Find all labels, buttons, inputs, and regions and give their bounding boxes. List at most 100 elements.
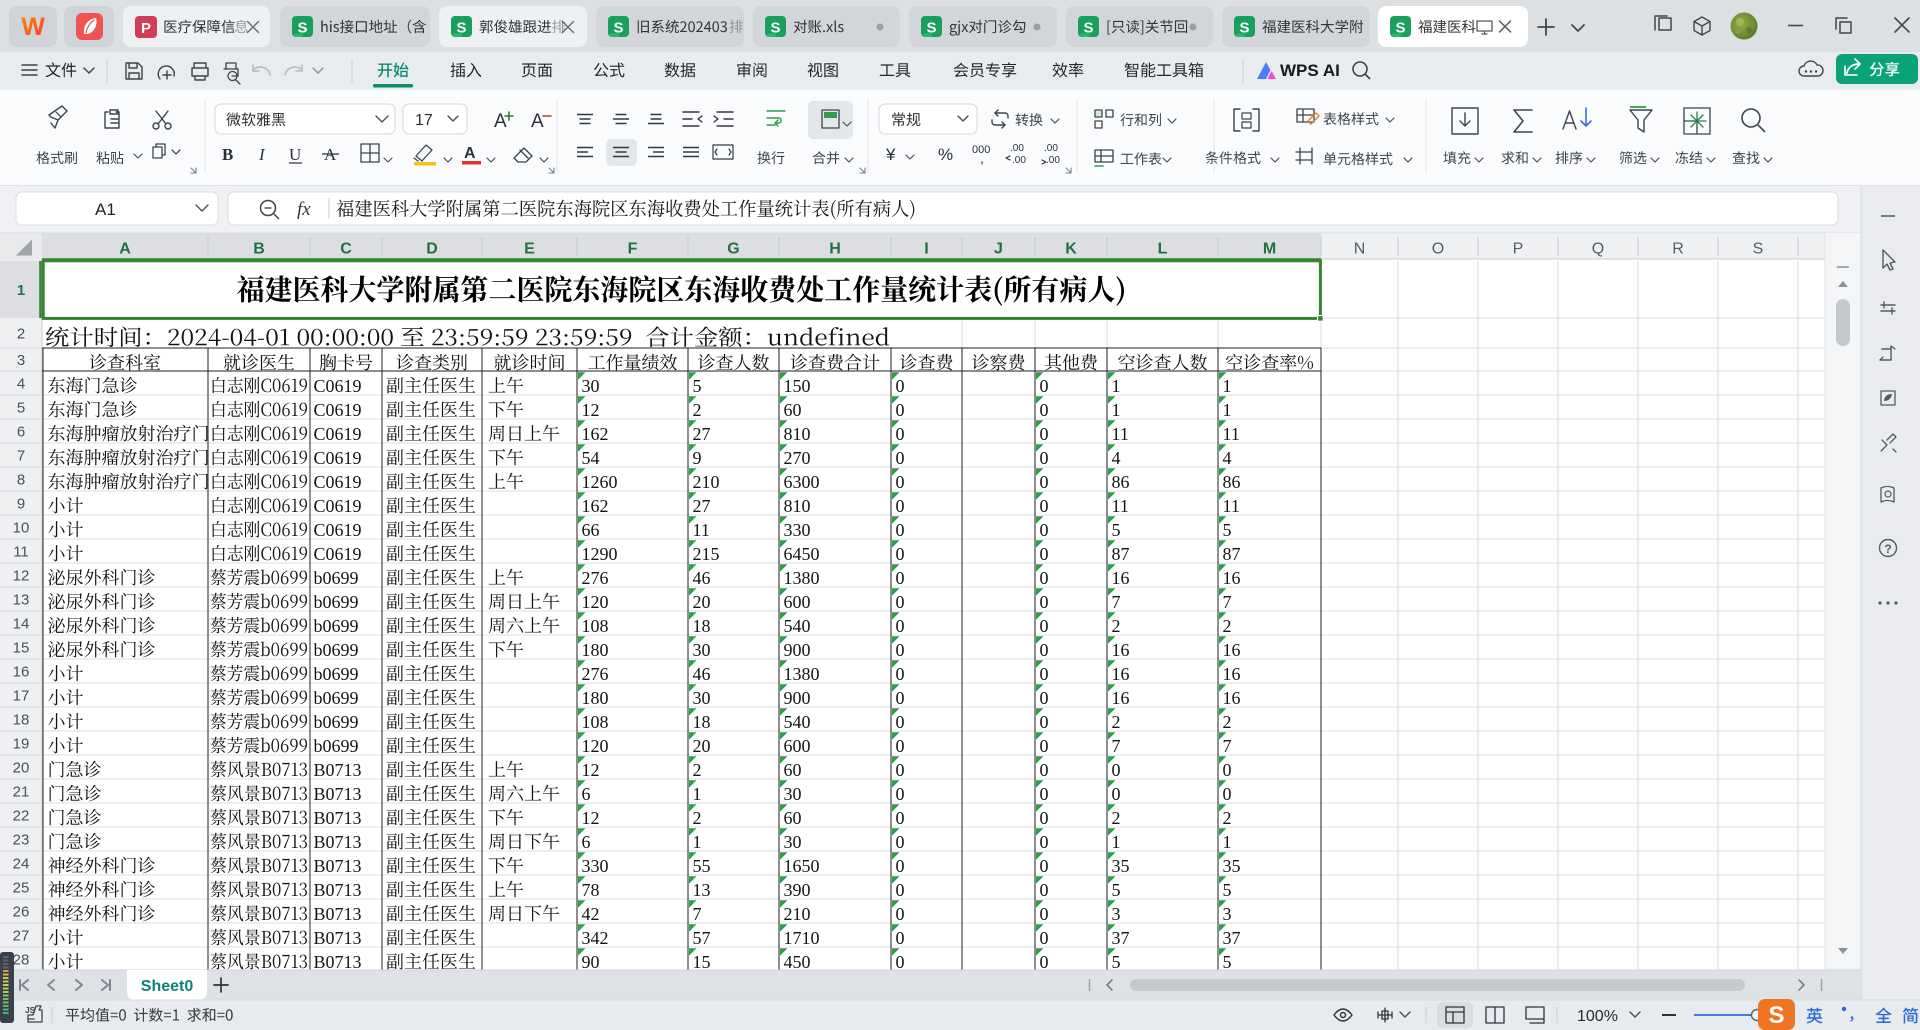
svg-text:20: 20 [693,592,711,612]
svg-text:B: B [253,241,265,258]
svg-text:2: 2 [1112,616,1121,636]
svg-text:18: 18 [13,712,30,729]
svg-text:30: 30 [693,640,711,660]
svg-text:390: 390 [784,880,811,900]
svg-text:0: 0 [1040,544,1049,564]
svg-text:1: 1 [1223,832,1232,852]
svg-text:.00: .00 [1044,143,1058,154]
svg-text:0: 0 [896,568,905,588]
svg-text:15: 15 [693,952,711,972]
svg-text:0: 0 [896,400,905,420]
svg-text:B0713: B0713 [314,880,362,900]
svg-text:F: F [628,241,638,258]
svg-text:S: S [297,20,307,37]
svg-text:20: 20 [13,760,30,777]
svg-text:46: 46 [693,568,711,588]
svg-text:180: 180 [582,640,609,660]
svg-text:S: S [1239,20,1249,37]
svg-text:A: A [531,111,544,132]
svg-text:G: G [727,241,739,258]
svg-text:87: 87 [1223,544,1241,564]
svg-text:R: R [1672,241,1684,258]
svg-text:8: 8 [17,472,25,489]
svg-text:27: 27 [693,424,711,444]
svg-text:16: 16 [1112,640,1130,660]
svg-text:162: 162 [582,424,609,444]
svg-text:78: 78 [582,880,600,900]
svg-text:¥: ¥ [885,145,896,164]
svg-text:87: 87 [1112,544,1130,564]
svg-text:108: 108 [582,712,609,732]
svg-text:6: 6 [582,784,591,804]
svg-text:?: ? [1884,542,1891,556]
svg-text:0: 0 [896,784,905,804]
svg-text:1: 1 [1112,832,1121,852]
svg-text:0: 0 [896,448,905,468]
svg-text:S: S [613,20,623,37]
svg-text:1650: 1650 [784,856,820,876]
svg-text:19: 19 [13,736,30,753]
svg-text:900: 900 [784,688,811,708]
svg-text:3: 3 [1223,904,1232,924]
svg-text:M: M [1263,241,1276,258]
svg-text:C: C [340,241,352,258]
svg-text:108: 108 [582,616,609,636]
svg-text:0: 0 [896,424,905,444]
svg-text:1: 1 [693,832,702,852]
svg-text:35: 35 [1223,856,1241,876]
svg-text:W: W [21,13,45,41]
svg-text:0: 0 [896,952,905,972]
svg-text:0: 0 [896,688,905,708]
svg-text:42: 42 [582,904,600,924]
svg-text:13: 13 [13,592,30,609]
svg-text:0: 0 [1040,856,1049,876]
svg-text:16: 16 [1112,664,1130,684]
svg-text:B0713: B0713 [314,904,362,924]
svg-text:2: 2 [1223,808,1232,828]
svg-text:1: 1 [1223,400,1232,420]
svg-text:0: 0 [1040,592,1049,612]
svg-text:330: 330 [582,856,609,876]
svg-text:1: 1 [1112,376,1121,396]
svg-text:1710: 1710 [784,928,820,948]
svg-text:I: I [924,241,928,258]
svg-text:0: 0 [896,640,905,660]
svg-text:46: 46 [693,664,711,684]
svg-text:27: 27 [693,496,711,516]
svg-text:1: 1 [1223,376,1232,396]
svg-text:0: 0 [896,496,905,516]
svg-text:35: 35 [1112,856,1130,876]
svg-text:57: 57 [693,928,711,948]
svg-text:86: 86 [1112,472,1130,492]
svg-text:.00: .00 [1012,155,1026,166]
svg-text:b0699: b0699 [314,616,359,636]
svg-text:0: 0 [1040,616,1049,636]
svg-text:30: 30 [784,832,802,852]
svg-text:540: 540 [784,616,811,636]
svg-text:7: 7 [17,448,25,465]
svg-text:11: 11 [1223,496,1240,516]
svg-text:0: 0 [1040,568,1049,588]
svg-text:b0699: b0699 [314,688,359,708]
svg-text:16: 16 [1223,664,1241,684]
svg-text:1: 1 [17,282,25,299]
svg-text:25: 25 [13,880,30,897]
svg-text:55: 55 [693,856,711,876]
svg-text:S: S [456,20,466,37]
svg-text:12: 12 [582,760,600,780]
svg-text:B0713: B0713 [314,952,362,972]
svg-text:0: 0 [1040,448,1049,468]
svg-text:A1: A1 [95,200,116,219]
svg-text:P: P [141,20,151,37]
svg-text:B0713: B0713 [314,808,362,828]
svg-text:B0713: B0713 [314,832,362,852]
svg-text:b0699: b0699 [314,664,359,684]
svg-text:0: 0 [1040,928,1049,948]
svg-text:210: 210 [784,904,811,924]
svg-text:12: 12 [13,568,30,585]
svg-text:A: A [494,111,507,132]
svg-text:450: 450 [784,952,811,972]
svg-text:0: 0 [1040,784,1049,804]
svg-text:A: A [464,145,476,162]
svg-text:Sheet0: Sheet0 [141,978,194,995]
